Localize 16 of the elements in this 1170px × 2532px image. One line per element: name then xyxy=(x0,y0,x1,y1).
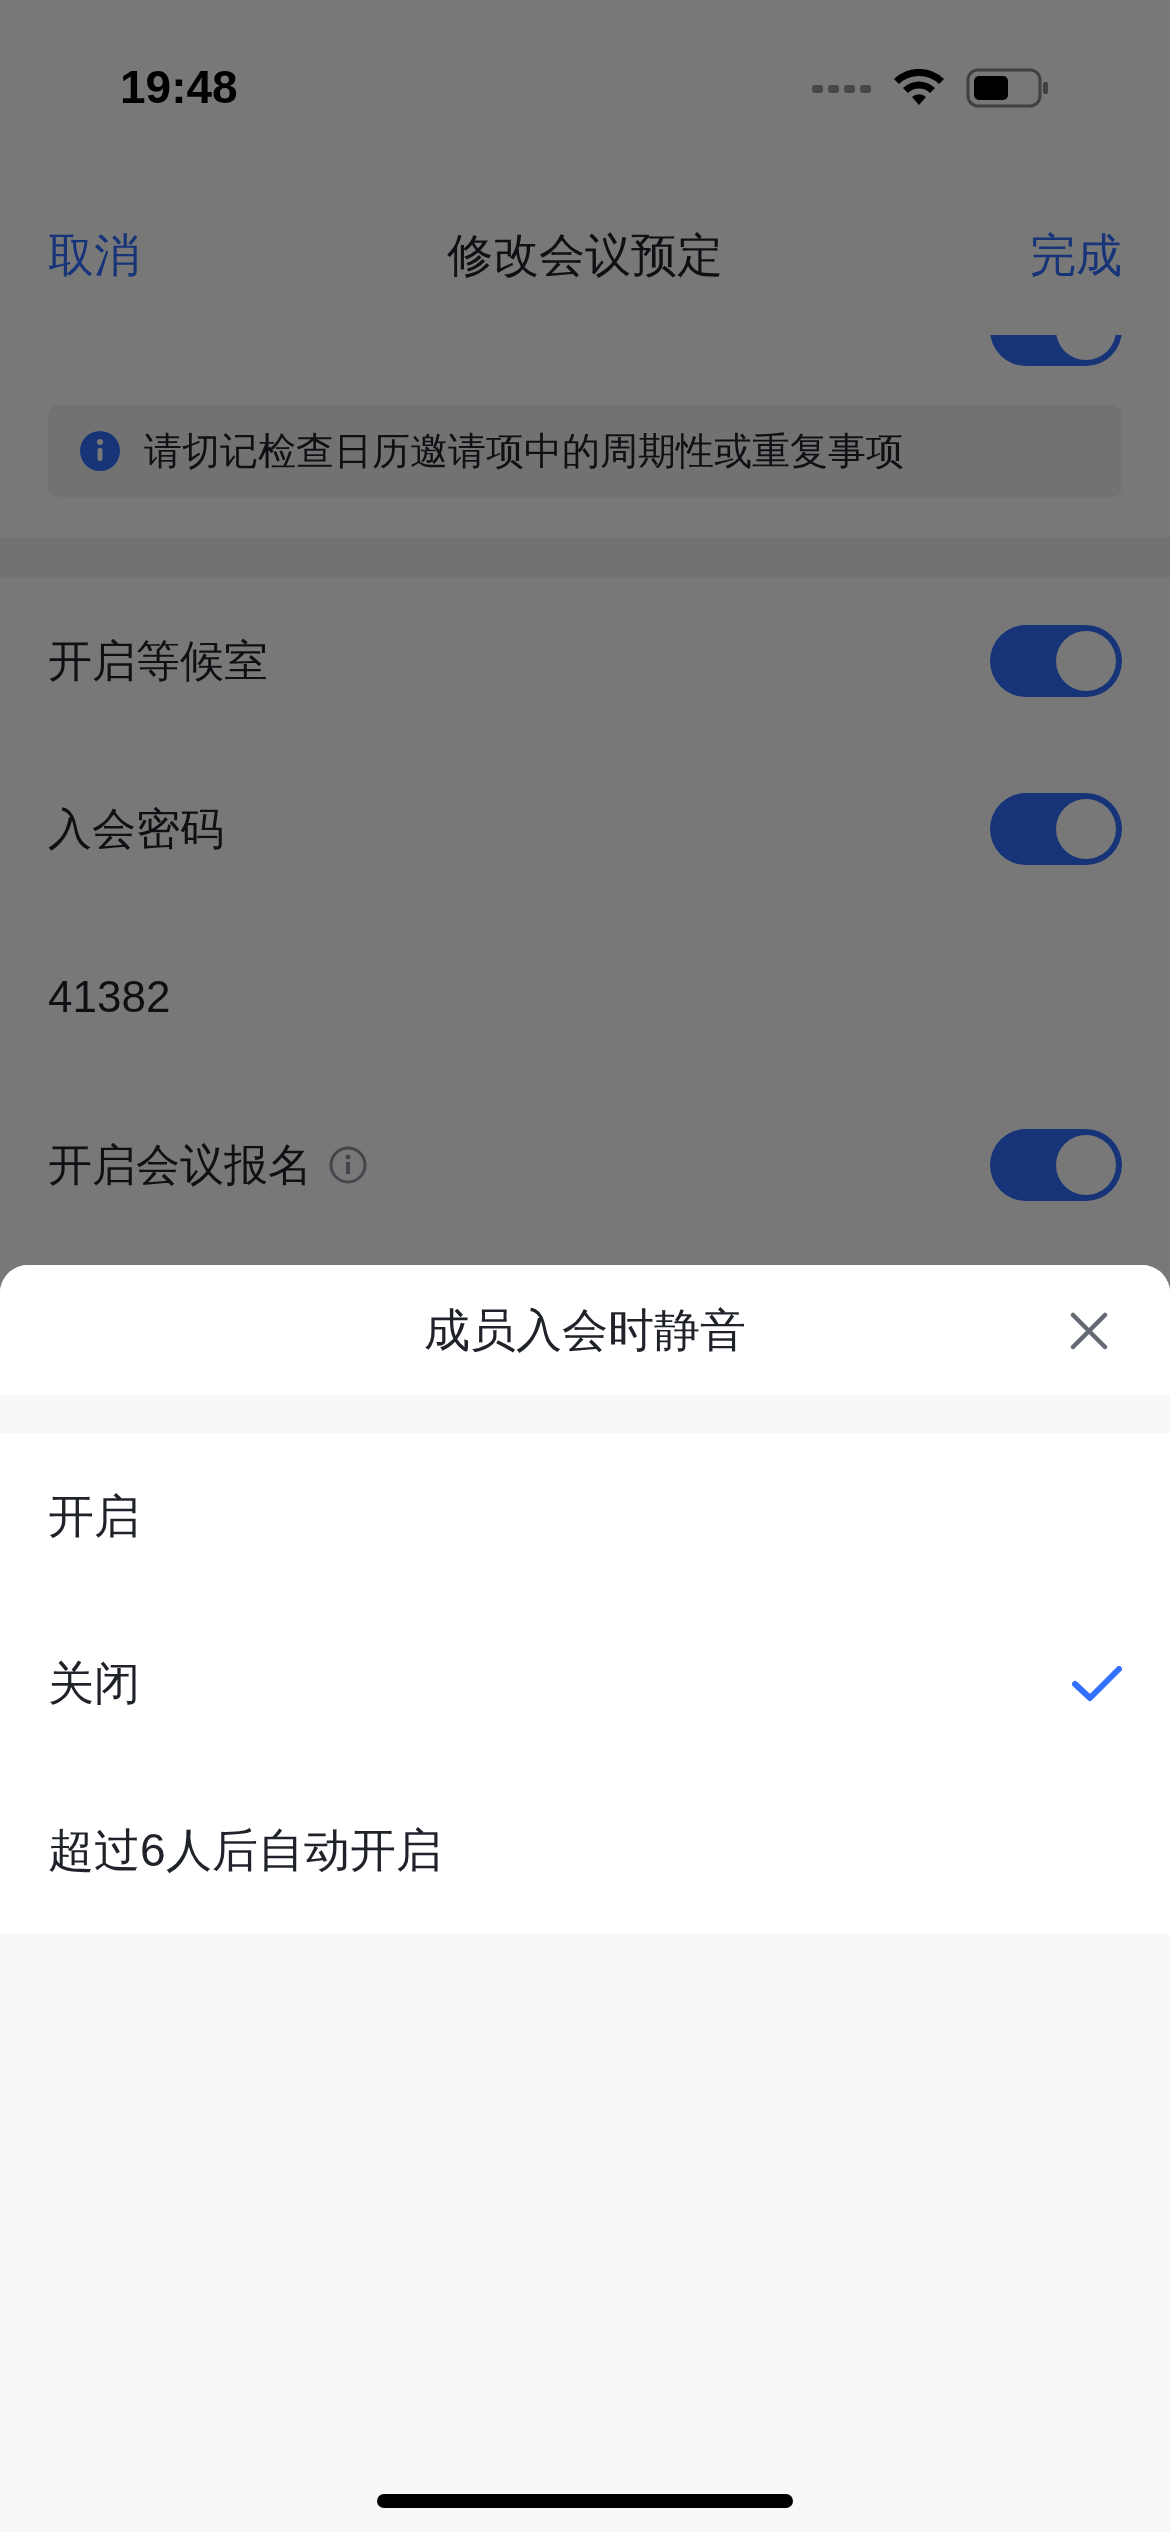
close-icon[interactable] xyxy=(1070,1312,1108,1350)
info-icon xyxy=(80,431,120,471)
wifi-icon xyxy=(894,68,944,107)
setting-label: 开启等候室 xyxy=(48,635,268,687)
option-item[interactable]: 超过6人后自动开启 xyxy=(0,1767,1170,1934)
info-icon[interactable] xyxy=(328,1145,368,1185)
option-item[interactable]: 开启 xyxy=(0,1433,1170,1600)
battery-icon xyxy=(966,67,1050,108)
sheet-title: 成员入会时静音 xyxy=(424,1302,746,1358)
setting-label: 入会密码 xyxy=(48,803,224,855)
nav-title: 修改会议预定 xyxy=(447,227,723,283)
checkmark-icon xyxy=(1072,1665,1122,1702)
setting-label: 开启会议报名 xyxy=(48,1139,312,1191)
notice-text: 请切记检查日历邀请项中的周期性或重复事项 xyxy=(144,428,904,474)
status-time: 19:48 xyxy=(120,60,238,115)
password-value: 41382 xyxy=(48,971,171,1023)
